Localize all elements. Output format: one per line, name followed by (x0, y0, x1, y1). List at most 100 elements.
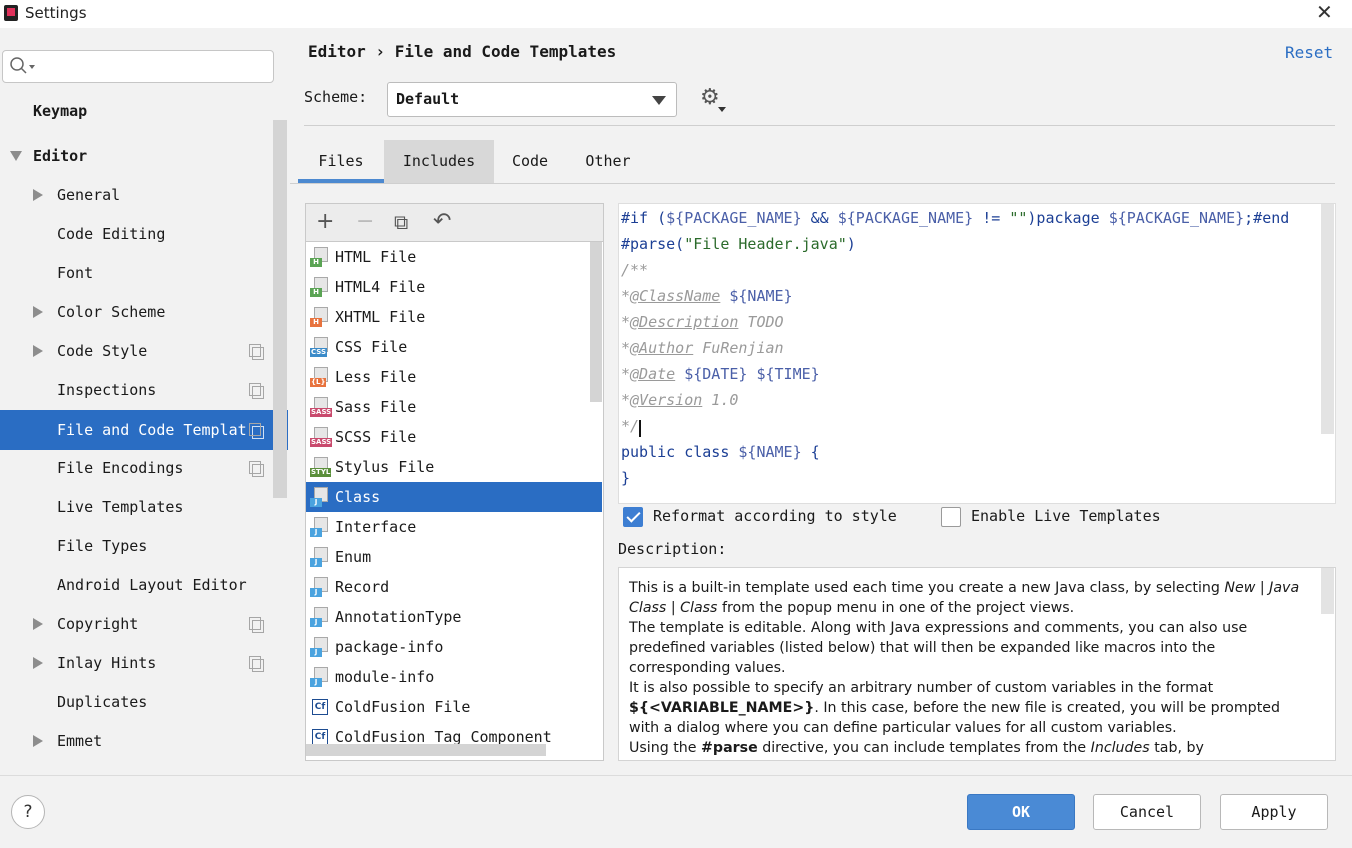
template-list-item[interactable]: J Class (306, 482, 602, 512)
template-name: Less File (335, 368, 417, 386)
sidebar-item[interactable]: Code Editing (57, 215, 165, 253)
cancel-button[interactable]: Cancel (1093, 794, 1201, 830)
file-type-icon: SASS (310, 427, 333, 447)
sidebar-item[interactable]: General (57, 176, 120, 214)
remove-icon[interactable]: − (356, 208, 374, 236)
list-scrollbar[interactable] (590, 242, 602, 402)
code-line: *@Date ${DATE} ${TIME} (621, 365, 820, 383)
template-list-item[interactable]: Cf ColdFusion File (306, 692, 602, 722)
project-scope-icon (249, 617, 264, 633)
chevron-right-icon[interactable] (33, 306, 43, 318)
template-list-item[interactable]: Jmodule-info (306, 662, 602, 692)
template-list-item[interactable]: J AnnotationType (306, 602, 602, 632)
template-name: HTML4 File (335, 278, 426, 296)
gear-dropdown-icon (718, 107, 726, 112)
template-name: Sass File (335, 398, 417, 416)
template-list-item[interactable]: J Record (306, 572, 602, 602)
sidebar-item[interactable]: Copyright (57, 605, 138, 643)
description-label: Description: (618, 540, 727, 558)
search-input[interactable] (2, 50, 274, 83)
sidebar-scrollbar[interactable] (273, 120, 287, 498)
scheme-dropdown[interactable]: Default (387, 82, 677, 117)
project-scope-icon (249, 383, 264, 399)
window-title: Settings (25, 4, 87, 22)
template-name: Record (335, 578, 390, 596)
chevron-right-icon[interactable] (33, 735, 43, 747)
template-list-item[interactable]: H XHTML File (306, 302, 602, 332)
gear-icon[interactable]: ⚙ (700, 85, 720, 110)
apply-button[interactable]: Apply (1220, 794, 1328, 830)
chevron-right-icon[interactable] (33, 657, 43, 669)
scheme-value: Default (396, 90, 460, 108)
template-list-item[interactable]: Jpackage-info (306, 632, 602, 662)
template-name: SCSS File (335, 428, 417, 446)
chevron-right-icon[interactable] (33, 189, 43, 201)
template-list-item[interactable]: H HTML File (306, 242, 602, 272)
ok-button[interactable]: OK (967, 794, 1075, 830)
template-list-item[interactable]: SASS Sass File (306, 392, 602, 422)
code-line: /** (621, 261, 649, 279)
file-type-icon: CSS (310, 337, 330, 357)
live-templates-checkbox[interactable] (941, 507, 961, 527)
sidebar-item[interactable]: Code Style (57, 332, 147, 370)
tab-divider (290, 183, 1335, 184)
sidebar-item[interactable]: Android Layout Editor (57, 566, 247, 604)
chevron-right-icon[interactable] (33, 345, 43, 357)
close-icon[interactable]: ✕ (1316, 0, 1333, 24)
reformat-checkbox[interactable] (623, 507, 643, 527)
help-button[interactable]: ? (11, 795, 45, 829)
template-list-item[interactable]: STYL Stylus File (306, 452, 602, 482)
chevron-down-icon[interactable] (10, 151, 22, 161)
sidebar-item[interactable]: File Types (57, 527, 147, 565)
file-type-icon: Cf (310, 697, 330, 717)
sidebar-item[interactable]: Duplicates (57, 683, 147, 721)
editor-scrollbar[interactable] (1321, 204, 1334, 434)
search-icon (10, 57, 35, 74)
file-type-icon: {L} (310, 367, 330, 387)
project-scope-icon (249, 423, 264, 439)
template-list-item[interactable]: H HTML4 File (306, 272, 602, 302)
template-list-item[interactable]: {L} Less File (306, 362, 602, 392)
sidebar-item[interactable]: Emmet (57, 722, 102, 760)
template-list-item[interactable]: CSS CSS File (306, 332, 602, 362)
chevron-right-icon[interactable] (33, 618, 43, 630)
description-panel: This is a built-in template used each ti… (618, 567, 1336, 761)
list-hscrollbar[interactable] (306, 744, 546, 756)
code-line: public class ${NAME} { (621, 443, 820, 461)
description-scrollbar[interactable] (1321, 568, 1334, 614)
code-line: *@Description TODO (621, 313, 784, 331)
tab-files[interactable]: Files (298, 140, 384, 183)
template-list-item[interactable]: SASS SCSS File (306, 422, 602, 452)
add-icon[interactable]: + (316, 208, 334, 236)
app-icon (4, 5, 18, 21)
sidebar-item[interactable]: Inspections (57, 371, 156, 409)
sidebar-item[interactable]: File and Code Templat (57, 411, 247, 449)
tab-other[interactable]: Other (566, 140, 650, 183)
sidebar-item[interactable]: Font (57, 254, 93, 292)
copy-icon[interactable]: ⧉ (394, 208, 408, 236)
reset-link[interactable]: Reset (1285, 43, 1333, 62)
template-list-item[interactable]: J Interface (306, 512, 602, 542)
sidebar-item[interactable]: Color Scheme (57, 293, 165, 331)
file-type-icon: J (310, 637, 330, 657)
template-name: ColdFusion File (335, 698, 471, 716)
title-bar: Settings ✕ (0, 0, 1352, 28)
sidebar-item[interactable]: Editor (33, 137, 87, 175)
sidebar-item[interactable]: Keymap (33, 92, 87, 130)
template-name: AnnotationType (335, 608, 462, 626)
template-list-item[interactable]: J Enum (306, 542, 602, 572)
sidebar-item[interactable]: Inlay Hints (57, 644, 156, 682)
template-name: Stylus File (335, 458, 435, 476)
tab-includes[interactable]: Includes (384, 140, 494, 183)
reformat-label: Reformat according to style (653, 507, 897, 525)
template-name: HTML File (335, 248, 417, 266)
reset-icon[interactable]: ↶ (433, 208, 451, 236)
live-templates-label: Enable Live Templates (971, 507, 1161, 525)
sidebar-item[interactable]: Live Templates (57, 488, 183, 526)
template-name: Class (335, 488, 381, 506)
template-editor[interactable]: #if (${PACKAGE_NAME} && ${PACKAGE_NAME} … (618, 203, 1336, 504)
project-scope-icon (249, 344, 264, 360)
sidebar-item[interactable]: File Encodings (57, 449, 183, 487)
template-list-panel: + − ⧉ ↶ H HTML File H HTML4 File H XHTML File… (305, 203, 604, 761)
tab-code[interactable]: Code (494, 140, 566, 183)
